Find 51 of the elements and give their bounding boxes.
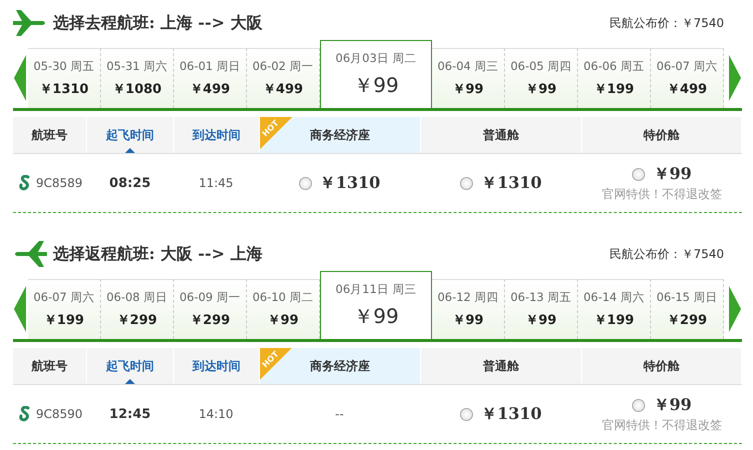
airplane-icon: [13, 241, 47, 267]
fare-price: --: [335, 407, 344, 421]
fare-radio[interactable]: [460, 408, 474, 420]
date-tab[interactable]: 06-15 周日 ￥299: [651, 279, 724, 339]
column-header: 航班号: [13, 348, 88, 384]
date-tab[interactable]: 06-14 周六 ￥199: [578, 279, 651, 339]
column-header: 航班号: [13, 117, 88, 153]
fare-note: 官网特供！不得退改签: [602, 416, 722, 434]
date-tab[interactable]: 06-05 周四 ￥99: [505, 48, 578, 108]
flight-number: 9C8590: [36, 407, 83, 421]
column-header: 普通舱: [420, 348, 582, 384]
column-header: 起飞时间: [87, 348, 174, 384]
date-tab[interactable]: 06-08 周日 ￥299: [101, 279, 174, 339]
published-price: 民航公布价：￥7540: [609, 14, 724, 32]
arrival-time: 14:10: [198, 407, 234, 421]
date-tab[interactable]: 05-31 周六 ￥1080: [101, 48, 174, 108]
section-title: 选择去程航班: 上海 --> 大阪: [53, 12, 262, 34]
airplane-icon: [13, 10, 47, 36]
column-header: 特价舱: [582, 117, 742, 153]
date-tab[interactable]: 06-07 周六 ￥499: [651, 48, 724, 108]
date-tab[interactable]: 06-01 周日 ￥499: [174, 48, 247, 108]
published-price: 民航公布价：￥7540: [609, 246, 724, 262]
departure-time: 08:25: [109, 176, 151, 190]
fare-price: ￥99: [653, 394, 692, 416]
flight-number: 9C8589: [36, 176, 83, 190]
column-header: 特价舱: [582, 348, 742, 384]
departure-time: 12:45: [109, 406, 151, 422]
fare-radio[interactable]: [632, 168, 646, 180]
date-tab[interactable]: 06-06 周五 ￥199: [578, 48, 651, 108]
column-header: 普通舱: [420, 117, 582, 153]
fare-price: ￥1310: [481, 172, 542, 194]
fare-price: ￥99: [653, 164, 692, 184]
date-tab[interactable]: 06-12 周四 ￥99: [432, 279, 505, 339]
arrival-time: 11:45: [198, 176, 234, 190]
date-tab[interactable]: 06-09 周一 ￥299: [174, 279, 247, 339]
date-tab[interactable]: 05-30 周五 ￥1310: [28, 48, 101, 108]
column-header: 起飞时间: [87, 117, 174, 153]
fare-note: 官网特供！不得退改签: [602, 186, 722, 202]
date-tab[interactable]: 06-04 周三 ￥99: [432, 48, 505, 108]
date-tab[interactable]: 06-13 周五 ￥99: [505, 279, 578, 339]
date-tab[interactable]: 06-10 周二 ￥99: [247, 279, 320, 339]
fare-radio[interactable]: [298, 176, 312, 190]
fare-price: ￥1310: [481, 404, 542, 424]
fare-radio[interactable]: [632, 398, 646, 412]
fare-radio[interactable]: [460, 176, 474, 190]
date-tab[interactable]: 06月03日 周二 ￥99: [320, 40, 432, 108]
date-tab[interactable]: 06-07 周六 ￥199: [28, 279, 101, 339]
section-title: 选择返程航班: 大阪 --> 上海: [53, 244, 262, 264]
fare-price: ￥1310: [320, 172, 380, 194]
date-tab[interactable]: 06月11日 周三 ￥99: [320, 271, 432, 339]
date-tab[interactable]: 06-02 周一 ￥499: [247, 48, 320, 108]
